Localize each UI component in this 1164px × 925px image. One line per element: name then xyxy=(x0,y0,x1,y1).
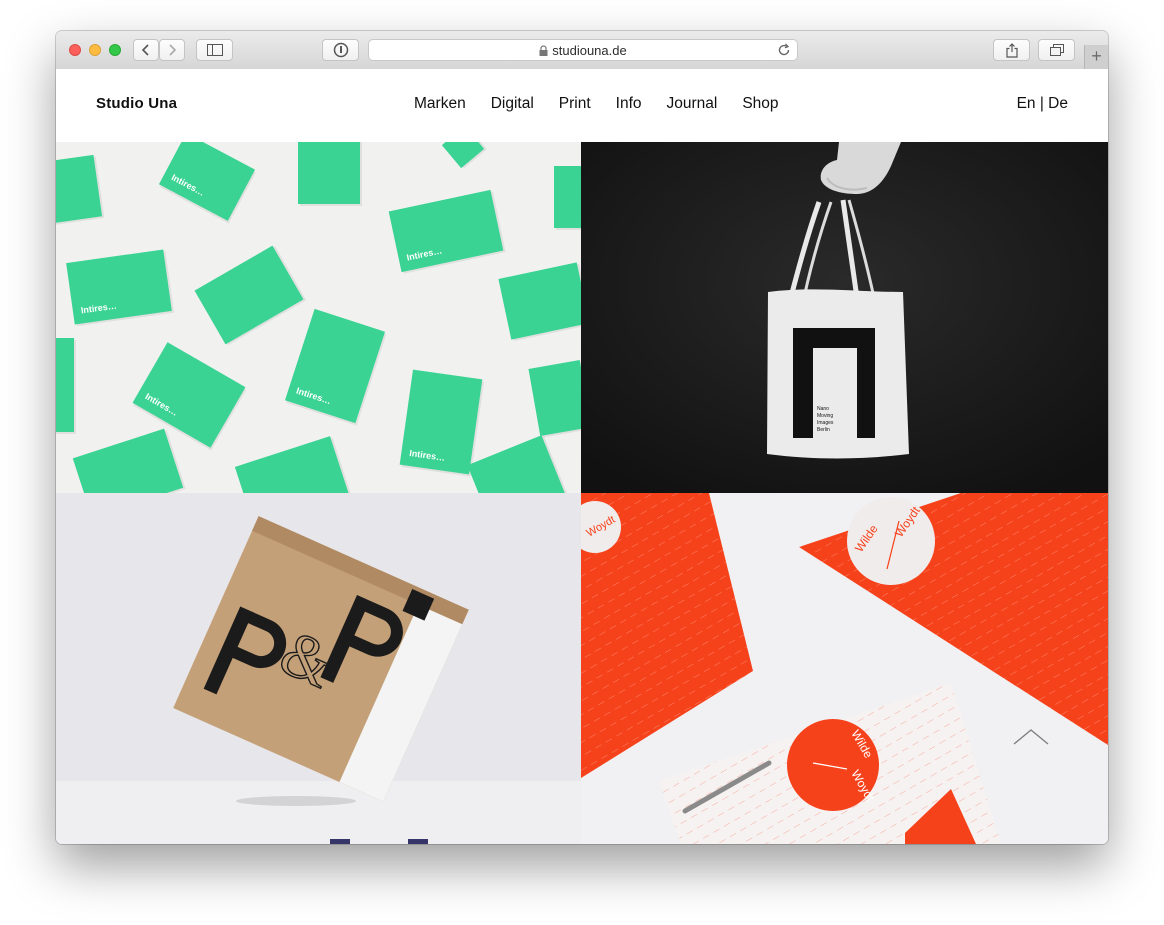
nav-item-digital[interactable]: Digital xyxy=(491,95,534,113)
new-tab-button[interactable]: + xyxy=(1084,45,1108,69)
bag-text-3: Images xyxy=(817,420,834,426)
lang-de-link[interactable]: De xyxy=(1048,95,1068,112)
tabs-overview-button[interactable] xyxy=(1038,39,1075,61)
bag-text-1: Nano xyxy=(817,406,829,412)
reload-icon[interactable] xyxy=(777,43,791,57)
bag-side-text: nano xyxy=(799,407,805,418)
lang-en-link[interactable]: En xyxy=(1017,95,1036,112)
url-text: studiouna.de xyxy=(552,42,627,58)
kraft-box-image: & xyxy=(56,493,581,844)
share-icon xyxy=(1005,42,1018,58)
password-button[interactable] xyxy=(322,39,359,61)
nav-item-shop[interactable]: Shop xyxy=(742,95,778,113)
nav-item-print[interactable]: Print xyxy=(559,95,591,113)
share-button[interactable] xyxy=(993,39,1030,61)
lock-icon xyxy=(539,44,548,56)
lang-separator: | xyxy=(1035,95,1049,112)
language-switcher: En | De xyxy=(1017,95,1068,113)
chevron-left-icon xyxy=(141,44,149,56)
project-tile-nano[interactable]: Nano Moving Images Berlin nano xyxy=(581,142,1108,493)
business-card xyxy=(554,166,581,230)
address-bar[interactable]: studiouna.de xyxy=(368,39,798,61)
back-button[interactable] xyxy=(133,39,159,61)
browser-toolbar: studiouna.de + xyxy=(56,31,1108,70)
zoom-window-button[interactable] xyxy=(109,44,121,56)
tote-bag-image: Nano Moving Images Berlin nano xyxy=(581,142,1108,493)
nav-item-journal[interactable]: Journal xyxy=(667,95,718,113)
chevron-right-icon xyxy=(169,44,177,56)
sidebar-icon xyxy=(206,44,223,56)
business-card xyxy=(56,338,76,434)
nav-item-info[interactable]: Info xyxy=(616,95,642,113)
site-header: Studio Una Marken Digital Print Info Jou… xyxy=(56,69,1108,142)
browser-window: studiouna.de + Studio Una Marken Digital… xyxy=(56,31,1108,844)
close-window-button[interactable] xyxy=(69,44,81,56)
orange-folders-image: Wilde Woydt Wilde Woydt Woydt xyxy=(581,493,1108,844)
tabs-icon xyxy=(1049,44,1064,56)
bag-text-2: Moving xyxy=(817,413,833,419)
nav-item-marken[interactable]: Marken xyxy=(414,95,466,113)
bag-text-4: Berlin xyxy=(817,427,830,433)
business-card xyxy=(298,142,362,206)
password-icon xyxy=(333,42,348,58)
project-tile-intires[interactable]: Intires… Intires… Intires… Intires… Intires…… xyxy=(56,142,581,493)
forward-button[interactable] xyxy=(159,39,185,61)
project-tile-pp-box[interactable]: & xyxy=(56,493,581,844)
business-card: Intires… xyxy=(399,369,485,477)
plus-icon: + xyxy=(1091,46,1102,66)
chevron-up-icon[interactable] xyxy=(1013,728,1049,746)
minimize-window-button[interactable] xyxy=(89,44,101,56)
business-cards-image: Intires…Intires…Intires…Intires… Intires…… xyxy=(56,142,581,493)
main-nav: Marken Digital Print Info Journal Shop xyxy=(414,95,779,113)
site-logo[interactable]: Studio Una xyxy=(96,95,177,112)
project-tile-wilde-woydt[interactable]: Wilde Woydt Wilde Woydt Woydt xyxy=(581,493,1108,844)
sidebar-button[interactable] xyxy=(196,39,233,61)
